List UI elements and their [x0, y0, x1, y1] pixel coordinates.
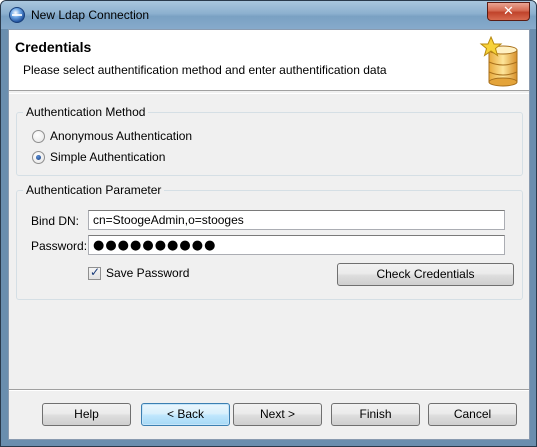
save-password-checkbox[interactable]	[88, 265, 101, 280]
help-button[interactable]: Help	[42, 403, 131, 426]
page-title: Credentials	[15, 39, 92, 55]
password-value: ●●●●●●●●●●	[93, 237, 217, 253]
banner-divider	[9, 93, 529, 94]
authentication-method-group: Authentication Method Anonymous Authenti…	[16, 105, 523, 176]
footer-divider	[9, 389, 529, 391]
eclipse-app-icon	[9, 7, 25, 23]
save-password-label: Save Password	[106, 266, 190, 280]
window-title: New Ldap Connection	[31, 8, 150, 22]
cancel-button[interactable]: Cancel	[428, 403, 517, 426]
close-button[interactable]: ✕	[487, 2, 530, 21]
wizard-banner: Credentials Please select authentificati…	[9, 30, 529, 91]
bind-dn-label: Bind DN:	[31, 214, 80, 228]
next-button[interactable]: Next >	[233, 403, 322, 426]
authentication-method-label: Authentication Method	[23, 105, 149, 119]
bind-dn-input[interactable]: cn=StoogeAdmin,o=stooges	[88, 210, 505, 230]
page-description: Please select authentification method an…	[23, 63, 387, 77]
back-button[interactable]: < Back	[141, 403, 230, 426]
dialog-client-area: Credentials Please select authentificati…	[8, 29, 530, 440]
radio-anonymous-authentication[interactable]: Anonymous Authentication	[32, 128, 192, 144]
authentication-parameter-group: Authentication Parameter Bind DN: cn=Sto…	[16, 183, 523, 300]
radio-simple-indicator[interactable]	[32, 150, 45, 164]
password-label: Password:	[31, 239, 88, 253]
check-credentials-button[interactable]: Check Credentials	[337, 263, 514, 286]
password-input[interactable]: ●●●●●●●●●●	[88, 235, 505, 255]
radio-anonymous-label: Anonymous Authentication	[50, 129, 193, 143]
bind-dn-value: cn=StoogeAdmin,o=stooges	[93, 213, 244, 227]
database-star-icon	[479, 36, 518, 87]
radio-simple-label: Simple Authentication	[50, 150, 166, 164]
radio-simple-authentication[interactable]: Simple Authentication	[32, 149, 165, 165]
finish-button[interactable]: Finish	[331, 403, 420, 426]
save-password-checkbox-row[interactable]: Save Password	[88, 265, 190, 280]
title-bar[interactable]: New Ldap Connection ✕	[1, 1, 536, 29]
dialog-window: New Ldap Connection ✕ Credentials Please…	[0, 0, 537, 447]
radio-anonymous-indicator[interactable]	[32, 129, 45, 143]
authentication-parameter-label: Authentication Parameter	[23, 183, 165, 197]
